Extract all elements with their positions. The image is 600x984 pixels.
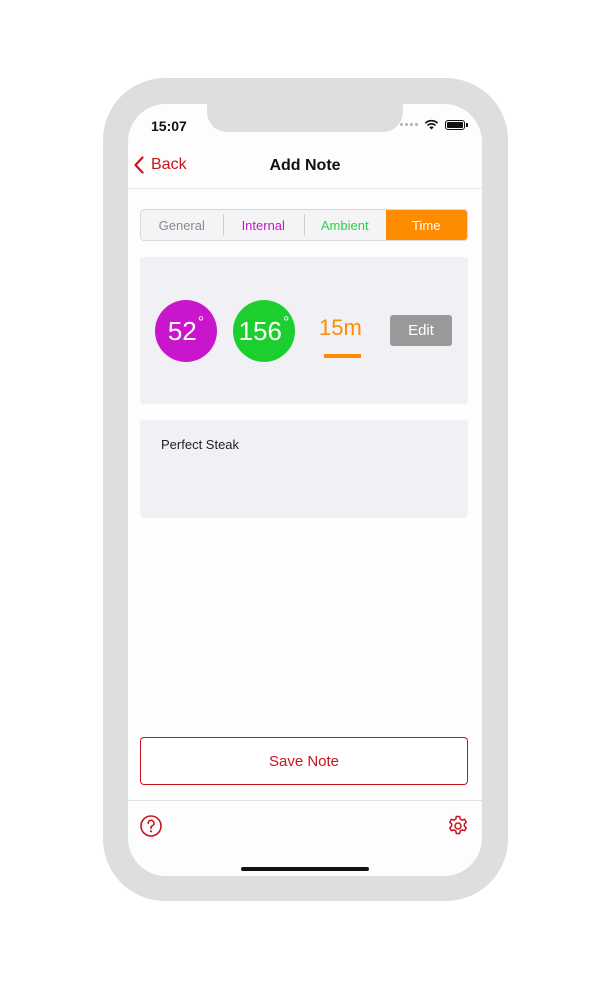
- ambient-temp-value: 156: [238, 315, 282, 346]
- gear-icon[interactable]: [446, 814, 470, 838]
- signal-icon: [400, 123, 418, 126]
- home-indicator: [241, 867, 369, 871]
- note-card[interactable]: Perfect Steak: [140, 420, 468, 518]
- readings-card: 52 ° 156 ° 15m Edit: [140, 257, 468, 404]
- question-circle-icon[interactable]: [139, 814, 163, 838]
- segment-time[interactable]: Time: [385, 210, 467, 240]
- ambient-temp-unit: °: [282, 314, 290, 331]
- page-title: Add Note: [269, 157, 341, 174]
- segment-ambient[interactable]: Ambient: [304, 210, 386, 240]
- ambient-temp-badge: 156 °: [233, 300, 295, 362]
- time-underline: [324, 354, 361, 358]
- segmented-control: General Internal Ambient Time: [140, 209, 468, 241]
- save-note-button[interactable]: Save Note: [140, 737, 468, 785]
- internal-temp-badge: 52 °: [155, 300, 217, 362]
- status-icons: [400, 119, 468, 130]
- status-time: 15:07: [151, 118, 187, 134]
- time-value: 15m: [319, 315, 362, 340]
- edit-button[interactable]: Edit: [390, 315, 452, 346]
- bottom-toolbar-divider: [128, 800, 482, 802]
- nav-bar: Back Add Note: [128, 144, 482, 189]
- internal-temp-value: 52: [167, 315, 197, 346]
- note-text[interactable]: Perfect Steak: [161, 437, 239, 452]
- segment-internal[interactable]: Internal: [222, 210, 305, 240]
- battery-icon: [445, 119, 465, 130]
- notch: [207, 104, 403, 132]
- segment-general[interactable]: General: [141, 210, 223, 240]
- screen: 15:07 Back Add Note General Internal Amb…: [128, 104, 482, 876]
- wifi-icon: [424, 119, 439, 130]
- internal-temp-unit: °: [197, 314, 205, 331]
